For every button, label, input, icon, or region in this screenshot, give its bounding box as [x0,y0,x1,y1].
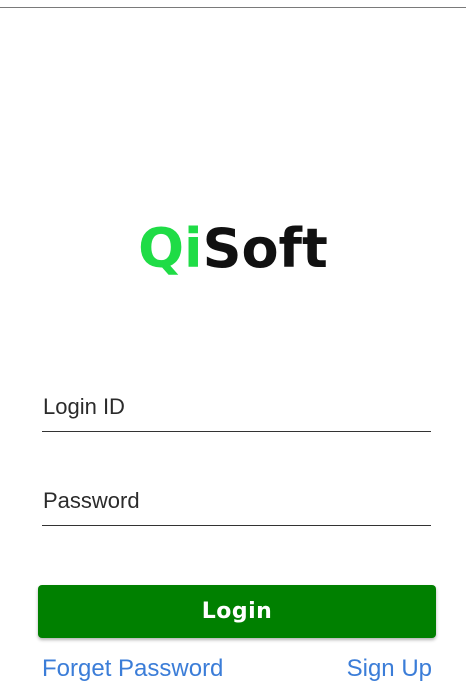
logo-text-qi: Qi [138,217,203,280]
login-id-input[interactable] [42,382,431,432]
forget-password-link[interactable]: Forget Password [42,655,223,683]
password-input[interactable] [42,476,431,526]
logo-text-soft: Soft [202,217,328,280]
login-button[interactable]: Login [38,585,436,638]
top-divider [0,7,466,8]
sign-up-link[interactable]: Sign Up [347,655,432,683]
app-logo: QiSoft [0,216,466,282]
